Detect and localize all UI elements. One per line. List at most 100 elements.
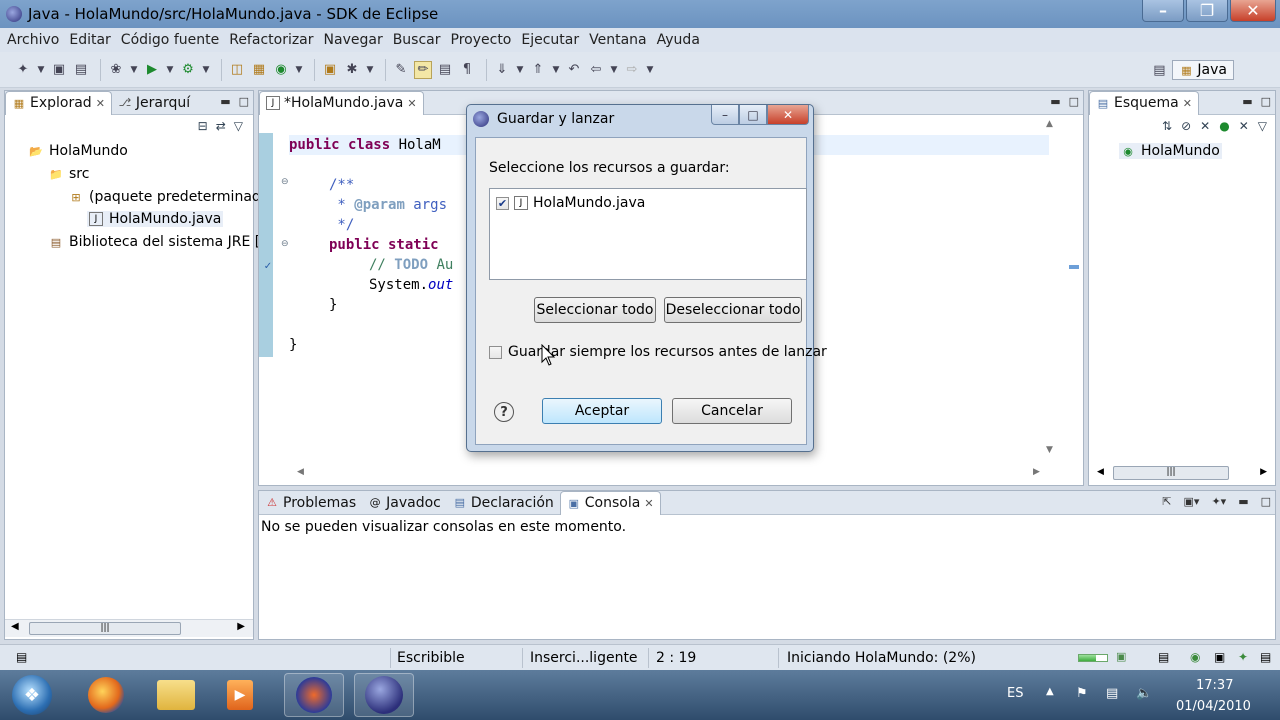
maximize-view-icon[interactable]: □ [1069,95,1079,108]
code-line-6[interactable]: // TODO Au [369,257,453,273]
java-perspective-button[interactable]: ▦ Java [1172,60,1234,80]
close-icon[interactable]: ✕ [407,97,416,110]
search-icon[interactable]: ✱ [343,61,361,79]
tray-icon[interactable]: ▤ [1260,650,1271,664]
scroll-right-icon[interactable]: ▶ [1260,467,1267,477]
scrollbar-thumb[interactable]: ||| [1113,466,1229,480]
maximize-view-icon[interactable]: □ [1261,495,1271,508]
tab-hierarchy[interactable]: ⎇ Jerarquí [112,91,196,115]
minimize-view-icon[interactable]: ▬ [1242,95,1252,108]
outline-class-item[interactable]: ◉ HolaMundo [1119,143,1222,159]
dialog-maximize-button[interactable]: □ [739,105,767,125]
tab-console[interactable]: ▣ Consola ✕ [559,490,661,515]
open-console-icon[interactable]: ✦▾ [1211,495,1226,508]
heap-icon[interactable]: ▤ [1158,650,1169,664]
close-button[interactable]: ✕ [1230,0,1276,22]
collapse-all-icon[interactable]: ⊟ [198,119,208,133]
chevron-down-icon[interactable]: ▼ [609,61,619,79]
taskbar-eclipse[interactable] [354,673,414,717]
code-line-4[interactable]: */ [329,217,354,233]
hide-nonpublic-icon[interactable]: ● [1219,119,1229,133]
close-icon[interactable]: ✕ [644,497,653,510]
open-perspective-icon[interactable]: ▤ [1150,61,1168,79]
chevron-down-icon[interactable]: ▼ [645,61,655,79]
close-icon[interactable]: ✕ [96,97,105,110]
ok-button[interactable]: Aceptar [542,398,662,424]
tab-declaration[interactable]: ▤ Declaración [447,491,560,515]
menu-editar[interactable]: Editar [64,32,115,48]
menu-codigo-fuente[interactable]: Código fuente [116,32,224,48]
close-icon[interactable]: ✕ [1183,97,1192,110]
help-icon[interactable]: ? [494,402,514,422]
scroll-right-icon[interactable]: ▶ [237,621,245,632]
external-tools-icon[interactable]: ⚙ [179,61,197,79]
hide-fields-icon[interactable]: ⊘ [1181,119,1191,133]
show-whitespace-icon[interactable]: ▤ [436,61,454,79]
code-line-1[interactable]: public class HolaM [289,137,441,153]
action-center-icon[interactable]: ⚑ [1076,686,1088,701]
code-line-5[interactable]: public static [329,237,447,253]
horizontal-scrollbar[interactable]: ◀ ||| ▶ [5,619,253,637]
chevron-down-icon[interactable]: ▼ [294,61,304,79]
tray-icon[interactable]: ✦ [1238,650,1248,664]
hide-static-icon[interactable]: ✕ [1200,119,1210,133]
tray-icon[interactable]: ▣ [1214,650,1225,664]
select-all-button[interactable]: Seleccionar todo [534,297,656,323]
chevron-down-icon[interactable]: ▼ [201,61,211,79]
maximize-button[interactable]: ❐ [1186,0,1228,22]
cancel-button[interactable]: Cancelar [672,398,792,424]
tree-jre-library[interactable]: ▤ Biblioteca del sistema JRE [ [49,234,260,250]
clock-time[interactable]: 17:37 [1196,678,1233,693]
scroll-down-icon[interactable]: ▼ [1046,445,1053,455]
tree-java-file[interactable]: J HolaMundo.java [87,211,224,227]
toggle-highlight-icon[interactable]: ✏ [414,60,432,79]
taskbar-media[interactable]: ▶ [210,673,270,717]
scroll-up-icon[interactable]: ▲ [1046,119,1053,129]
new-icon[interactable]: ✦ [14,61,32,79]
view-menu-icon[interactable]: ▽ [1258,119,1267,133]
dialog-minimize-button[interactable]: – [711,105,739,125]
new-class-icon[interactable]: ▦ [250,61,268,79]
code-line-3[interactable]: * @param args [329,197,447,213]
start-button[interactable]: ❖ [6,673,58,717]
menu-ejecutar[interactable]: Ejecutar [516,32,584,48]
menu-archivo[interactable]: Archivo [2,32,64,48]
minimize-view-icon[interactable]: ▬ [1238,495,1248,508]
scrollbar-thumb[interactable]: ||| [29,622,181,635]
menu-navegar[interactable]: Navegar [319,32,388,48]
taskbar-audacity[interactable] [284,673,344,717]
horizontal-scrollbar[interactable]: ◀ ||| ▶ [1089,465,1275,483]
new-package-icon[interactable]: ◫ [228,61,246,79]
clock-date[interactable]: 01/04/2010 [1176,699,1251,714]
tab-editor-file[interactable]: J *HolaMundo.java ✕ [259,90,424,115]
chevron-down-icon[interactable]: ▼ [129,61,139,79]
open-type-icon[interactable]: ▣ [321,61,339,79]
dialog-close-button[interactable]: ✕ [767,105,809,125]
tab-javadoc[interactable]: @ Javadoc [362,491,447,515]
minimize-view-icon[interactable]: ▬ [1050,95,1060,108]
fold-icon[interactable]: ⊖ [281,239,289,249]
menu-proyecto[interactable]: Proyecto [446,32,517,48]
menu-ventana[interactable]: Ventana [584,32,652,48]
last-edit-icon[interactable]: ↶ [565,61,583,79]
tab-outline[interactable]: ▤ Esquema ✕ [1089,90,1199,115]
chevron-down-icon[interactable]: ▼ [515,61,525,79]
run-icon[interactable]: ▶ [143,61,161,79]
print-icon[interactable]: ▤ [72,61,90,79]
scroll-right-icon[interactable]: ▶ [1033,467,1040,477]
fold-icon[interactable]: ⊖ [281,177,289,187]
tree-package[interactable]: ⊞ (paquete predeterminad [69,189,260,205]
scroll-left-icon[interactable]: ◀ [11,621,19,632]
resource-row[interactable]: ✔ J HolaMundo.java [496,195,645,211]
hide-local-types-icon[interactable]: ✕ [1239,119,1249,133]
show-hidden-icons[interactable]: ▲ [1046,686,1054,697]
tab-package-explorer[interactable]: ▦ Explorad ✕ [5,90,112,115]
next-annotation-icon[interactable]: ⇓ [493,61,511,79]
menu-buscar[interactable]: Buscar [388,32,446,48]
fast-view-icon[interactable]: ▤ [16,650,27,664]
sort-icon[interactable]: ⇅ [1162,119,1172,133]
network-icon[interactable]: ▤ [1106,686,1118,701]
menu-refactorizar[interactable]: Refactorizar [224,32,318,48]
vertical-scrollbar[interactable]: ▲ ▼ [1043,119,1059,455]
tree-src[interactable]: 📁 src [49,166,89,182]
